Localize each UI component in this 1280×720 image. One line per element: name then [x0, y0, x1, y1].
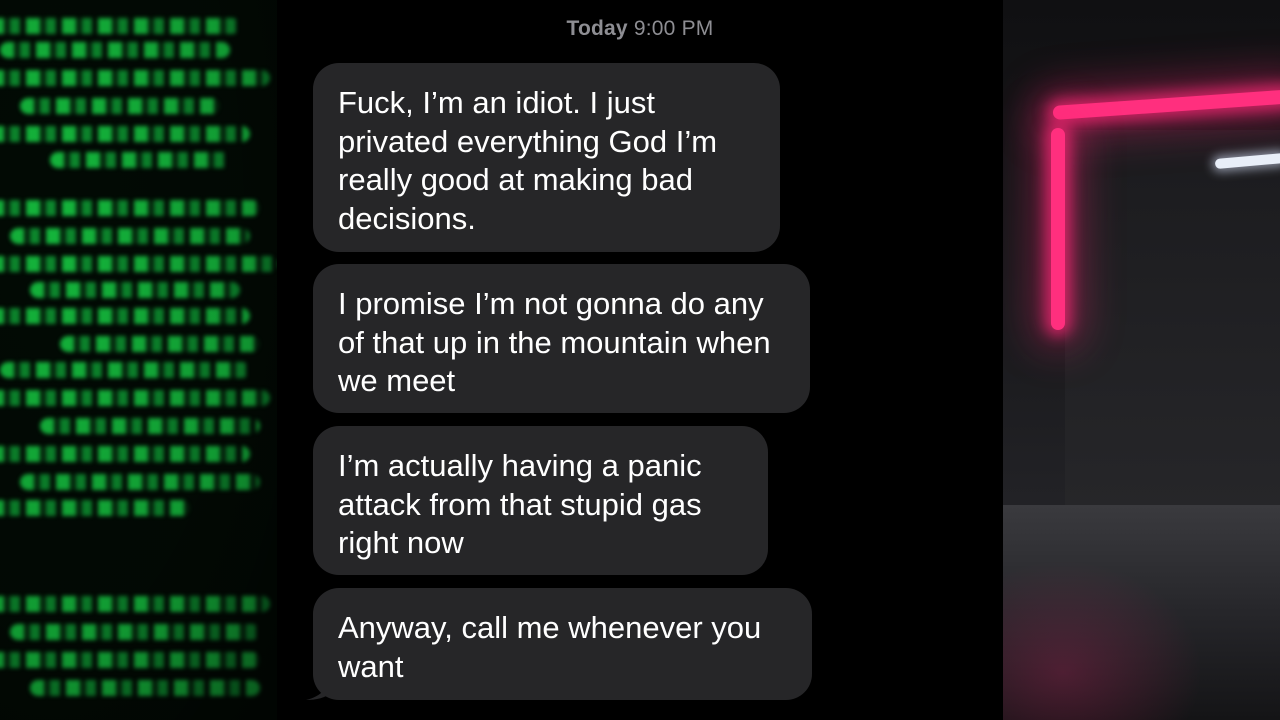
- message-text: I’m actually having a panic attack from …: [338, 448, 702, 560]
- vignette: [0, 0, 277, 720]
- message-timestamp: Today 9:00 PM: [277, 17, 1003, 41]
- message-bubble[interactable]: I promise I’m not gonna do any of that u…: [313, 264, 810, 413]
- timestamp-time: 9:00 PM: [633, 17, 714, 40]
- message-text: I promise I’m not gonna do any of that u…: [338, 286, 771, 398]
- neon-light-vertical: [1051, 128, 1065, 330]
- room-wall: [1065, 130, 1280, 510]
- neon-light-horizontal: [1052, 89, 1280, 120]
- background-code-image: [0, 0, 277, 720]
- background-neon-room-image: [1003, 0, 1280, 720]
- message-text: Fuck, I’m an idiot. I just privated ever…: [338, 85, 718, 236]
- message-thread[interactable]: Today 9:00 PM Fuck, I’m an idiot. I just…: [277, 0, 1003, 720]
- neon-floor-glow: [1003, 560, 1203, 720]
- message-text: Anyway, call me whenever you want: [338, 610, 762, 684]
- bubble-tail-icon: [306, 676, 332, 700]
- message-bubble[interactable]: Fuck, I’m an idiot. I just privated ever…: [313, 63, 780, 252]
- message-bubble[interactable]: I’m actually having a panic attack from …: [313, 426, 768, 575]
- message-bubble[interactable]: Anyway, call me whenever you want: [306, 588, 812, 700]
- timestamp-day: Today: [566, 17, 628, 40]
